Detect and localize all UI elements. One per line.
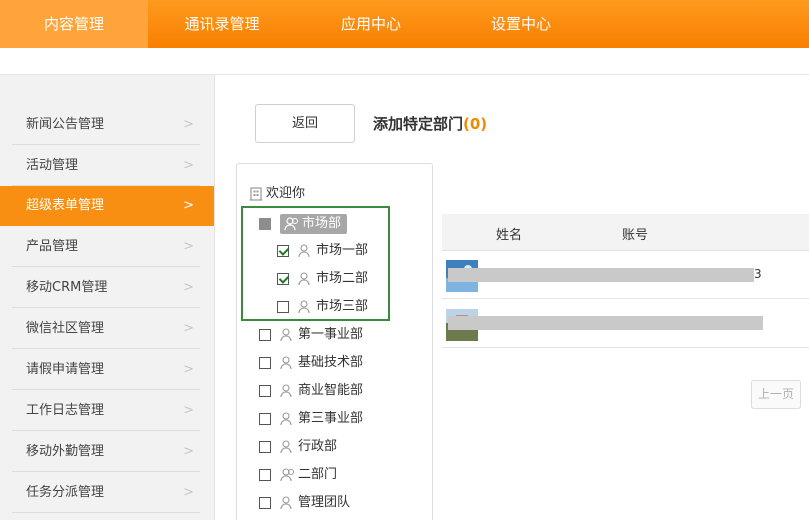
divider: [12, 348, 200, 349]
sidebar-item-product[interactable]: 产品管理 >: [0, 227, 214, 267]
divider: [12, 389, 200, 390]
tree-node-division-3[interactable]: 第三事业部: [259, 408, 363, 430]
page-title: 添加特定部门(0): [373, 113, 487, 134]
checkbox[interactable]: [259, 469, 271, 481]
tree-node-label: 二部门: [298, 467, 338, 482]
sub-bar: [0, 48, 809, 75]
account-tail: 3: [754, 267, 762, 281]
tree-node-basic-tech[interactable]: 基础技术部: [259, 352, 363, 374]
sidebar: 新闻公告管理 > 活动管理 > 超级表单管理 > 产品管理 > 移动CRM管理 …: [0, 75, 215, 520]
chevron-right-icon: >: [183, 444, 194, 459]
sidebar-item-work-log[interactable]: 工作日志管理 >: [0, 391, 214, 431]
sidebar-item-news[interactable]: 新闻公告管理 >: [0, 105, 214, 145]
divider: [12, 471, 200, 472]
table-row[interactable]: [442, 300, 809, 348]
prev-page-button[interactable]: 上一页: [751, 380, 801, 409]
chevron-right-icon: >: [183, 280, 194, 295]
sidebar-item-activity[interactable]: 活动管理 >: [0, 146, 214, 186]
sidebar-item-wechat-community[interactable]: 微信社区管理 >: [0, 309, 214, 349]
checkbox[interactable]: [259, 441, 271, 453]
chevron-right-icon: >: [183, 158, 194, 173]
people-icon: [280, 496, 292, 510]
tree-root: 欢迎你: [248, 183, 305, 205]
table-row[interactable]: 3: [442, 251, 809, 299]
checkbox[interactable]: [259, 497, 271, 509]
sidebar-item-leave-request[interactable]: 请假申请管理 >: [0, 350, 214, 390]
chevron-right-icon: >: [183, 485, 194, 500]
divider: [12, 512, 200, 513]
tree-node-label: 基础技术部: [298, 355, 364, 370]
people-icon: [280, 412, 292, 426]
chevron-right-icon: >: [183, 239, 194, 254]
checkbox[interactable]: [259, 413, 271, 425]
sidebar-item-label: 产品管理: [26, 239, 79, 254]
tab-settings-center[interactable]: 设置中心: [446, 0, 596, 48]
building-icon: [249, 187, 263, 201]
chevron-right-icon: >: [183, 403, 194, 418]
divider: [12, 144, 200, 145]
people-icon: [280, 384, 292, 398]
selected-count: (0): [463, 115, 488, 133]
tree-node-label: 管理团队: [298, 495, 351, 510]
people-icon: [280, 328, 292, 342]
tree-node-bi[interactable]: 商业智能部: [259, 380, 363, 402]
tree-node-label: 行政部: [298, 439, 338, 454]
tree-root-label: 欢迎你: [266, 186, 306, 201]
tab-contacts-management[interactable]: 通讯录管理: [148, 0, 296, 48]
divider: [12, 307, 200, 308]
redacted-content: [448, 268, 754, 282]
tab-app-center[interactable]: 应用中心: [296, 0, 446, 48]
chevron-right-icon: >: [183, 362, 194, 377]
sidebar-item-label: 移动外勤管理: [26, 444, 105, 459]
table-header: 姓名 账号: [442, 214, 809, 251]
column-header-name: 姓名: [496, 228, 523, 243]
sidebar-item-label: 活动管理: [26, 158, 79, 173]
sidebar-item-mobile-crm[interactable]: 移动CRM管理 >: [0, 268, 214, 308]
chevron-right-icon: >: [183, 198, 194, 213]
checkbox[interactable]: [259, 357, 271, 369]
checkbox[interactable]: [259, 329, 271, 341]
tree-node-division-1[interactable]: 第一事业部: [259, 324, 363, 346]
tree-node-management[interactable]: 管理团队: [259, 492, 350, 514]
sidebar-item-label: 任务分派管理: [26, 485, 105, 500]
sidebar-item-label: 工作日志管理: [26, 403, 105, 418]
sidebar-item-label: 请假申请管理: [26, 362, 105, 377]
page-title-text: 添加特定部门: [373, 115, 464, 133]
people-icon: [280, 440, 292, 454]
column-header-account: 账号: [622, 228, 649, 243]
selection-highlight-frame: [241, 206, 390, 321]
redacted-content: [448, 316, 763, 330]
sidebar-item-label: 微信社区管理: [26, 321, 105, 336]
checkbox[interactable]: [259, 385, 271, 397]
tree-node-dept-2[interactable]: 二部门: [259, 464, 337, 486]
divider: [12, 430, 200, 431]
people-icon: [280, 356, 292, 370]
tree-node-admin[interactable]: 行政部: [259, 436, 337, 458]
people-icon: [280, 468, 294, 482]
tree-node-label: 商业智能部: [298, 383, 364, 398]
back-button[interactable]: 返回: [255, 104, 355, 143]
tree-node-label: 第三事业部: [298, 411, 364, 426]
sidebar-item-label: 新闻公告管理: [26, 117, 105, 132]
sidebar-item-field-work[interactable]: 移动外勤管理 >: [0, 432, 214, 472]
chevron-right-icon: >: [183, 117, 194, 132]
divider: [12, 266, 200, 267]
sidebar-item-label: 超级表单管理: [26, 198, 105, 213]
sidebar-item-label: 移动CRM管理: [26, 280, 108, 295]
chevron-right-icon: >: [183, 321, 194, 336]
top-nav: 内容管理 通讯录管理 应用中心 设置中心: [0, 0, 809, 48]
tree-node-label: 第一事业部: [298, 327, 364, 342]
sidebar-item-super-form[interactable]: 超级表单管理 >: [0, 186, 214, 226]
tab-content-management[interactable]: 内容管理: [0, 0, 148, 48]
sidebar-item-task-dispatch[interactable]: 任务分派管理 >: [0, 473, 214, 513]
